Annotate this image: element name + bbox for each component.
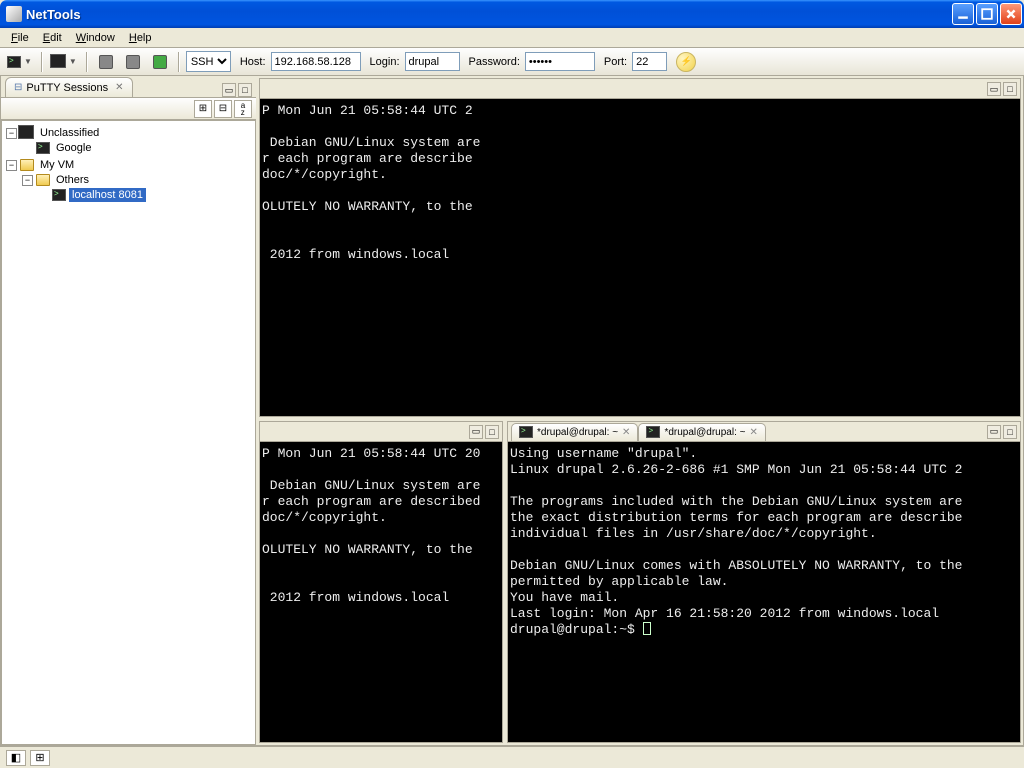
pane-min-button[interactable]: ▭ (987, 82, 1001, 96)
tree-node-myvm[interactable]: − My VM (6, 158, 253, 172)
status-bar: ◧ ⊞ (0, 746, 1024, 768)
terminal-tab-1[interactable]: *drupal@drupal: ~ ✕ (511, 423, 638, 441)
tree-node-localhost[interactable]: localhost 8081 (38, 188, 253, 202)
port-input[interactable] (632, 52, 667, 71)
login-label: Login: (370, 56, 400, 68)
tree-icon: ⊟ (14, 82, 22, 93)
new-terminal-button[interactable]: ▼ (4, 51, 35, 73)
terminal-icon (519, 426, 533, 438)
separator (86, 52, 88, 72)
pane-tabbar: *drupal@drupal: ~ ✕ *drupal@drupal: ~ ✕ … (508, 422, 1020, 442)
tree-label: Unclassified (37, 126, 102, 140)
expand-all-button[interactable]: ⊞ (194, 100, 212, 118)
close-button[interactable] (1000, 3, 1022, 25)
pane-max-button[interactable]: □ (1003, 82, 1017, 96)
collapse-icon[interactable]: − (6, 160, 17, 171)
port-label: Port: (604, 56, 627, 68)
tab-label: *drupal@drupal: ~ (664, 427, 745, 438)
separator (41, 52, 43, 72)
terminal-output[interactable]: P Mon Jun 21 05:58:44 UTC 2 Debian GNU/L… (260, 99, 1020, 416)
cursor-icon (643, 622, 651, 635)
connect-icon: ⚡ (681, 56, 692, 67)
tab-label: *drupal@drupal: ~ (537, 427, 618, 438)
tree-label: My VM (37, 158, 77, 172)
tree-node-google[interactable]: Google (22, 141, 253, 155)
maximize-button[interactable] (976, 3, 998, 25)
pane-tabbar: ▭ □ (260, 422, 502, 442)
collapse-all-button[interactable]: ⊟ (214, 100, 232, 118)
collapse-icon[interactable]: − (6, 128, 17, 139)
terminal-icon (36, 142, 50, 154)
generic-icon (99, 55, 113, 69)
folder-open-icon (36, 174, 50, 186)
terminal-output[interactable]: Using username "drupal". Linux drupal 2.… (508, 442, 1020, 742)
footer-button-2[interactable]: ⊞ (30, 750, 50, 766)
menu-file[interactable]: File (4, 30, 36, 46)
tree-label: Google (53, 141, 94, 155)
pane-max-button[interactable]: □ (485, 425, 499, 439)
close-tab-icon[interactable]: ✕ (115, 82, 123, 93)
terminal-output[interactable]: P Mon Jun 21 05:58:44 UTC 20 Debian GNU/… (260, 442, 502, 742)
collapse-icon[interactable]: − (22, 175, 33, 186)
window-title: NetTools (26, 7, 952, 22)
pane-max-button[interactable]: □ (1003, 425, 1017, 439)
editor-area: ▭ □ P Mon Jun 21 05:58:44 UTC 2 Debian G… (259, 76, 1023, 745)
password-label: Password: (469, 56, 520, 68)
generic-icon (126, 55, 140, 69)
menu-window[interactable]: Window (69, 30, 122, 46)
sidebar-tab-putty-sessions[interactable]: ⊟ PuTTY Sessions ✕ (5, 77, 133, 97)
protocol-select[interactable]: SSH (186, 51, 231, 72)
tree-node-others[interactable]: − Others (22, 173, 253, 187)
host-input[interactable] (271, 52, 361, 71)
menu-edit[interactable]: Edit (36, 30, 69, 46)
terminal-pane-top: ▭ □ P Mon Jun 21 05:58:44 UTC 2 Debian G… (259, 78, 1021, 417)
menu-bar: File Edit Window Help (0, 28, 1024, 48)
terminal-icon (52, 189, 66, 201)
sort-button[interactable]: az (234, 100, 252, 118)
title-bar: NetTools (0, 0, 1024, 28)
minimize-button[interactable] (952, 3, 974, 25)
generic-icon (153, 55, 167, 69)
session-tree[interactable]: − Unclassified Google − (1, 120, 256, 745)
toolbar: ▼ ▼ SSH Host: Login: Password: Port: ⚡ (0, 48, 1024, 76)
tree-node-unclassified[interactable]: − Unclassified (6, 126, 253, 140)
terminal-icon (7, 56, 21, 68)
folder-open-icon (20, 159, 34, 171)
app-icon (6, 6, 22, 22)
login-input[interactable] (405, 52, 460, 71)
host-label: Host: (240, 56, 266, 68)
sidebar-tab-label: PuTTY Sessions (26, 82, 108, 94)
content-area: ⊟ PuTTY Sessions ✕ ▭ □ ⊞ ⊟ az − Unclassi… (0, 76, 1024, 746)
tool-button-3[interactable] (148, 51, 172, 73)
sidebar-toolbar: ⊞ ⊟ az (1, 98, 256, 120)
sessions-button[interactable]: ▼ (49, 51, 80, 73)
sessions-icon (52, 56, 66, 68)
minimize-view-button[interactable]: ▭ (222, 83, 236, 97)
terminal-pane-bottom-left: ▭ □ P Mon Jun 21 05:58:44 UTC 20 Debian … (259, 421, 503, 743)
pane-tabbar: ▭ □ (260, 79, 1020, 99)
close-tab-icon[interactable]: ✕ (749, 427, 757, 438)
tree-label: localhost 8081 (69, 188, 146, 202)
terminal-tab-2[interactable]: *drupal@drupal: ~ ✕ (638, 423, 765, 441)
sidebar: ⊟ PuTTY Sessions ✕ ▭ □ ⊞ ⊟ az − Unclassi… (1, 76, 259, 745)
terminal-pane-bottom-right: *drupal@drupal: ~ ✕ *drupal@drupal: ~ ✕ … (507, 421, 1021, 743)
tree-label: Others (53, 173, 92, 187)
separator (178, 52, 180, 72)
password-input[interactable] (525, 52, 595, 71)
connect-button[interactable]: ⚡ (676, 52, 696, 72)
footer-button-1[interactable]: ◧ (6, 750, 26, 766)
pane-min-button[interactable]: ▭ (469, 425, 483, 439)
close-tab-icon[interactable]: ✕ (622, 427, 630, 438)
tool-button-2[interactable] (121, 51, 145, 73)
maximize-view-button[interactable]: □ (238, 83, 252, 97)
pane-min-button[interactable]: ▭ (987, 425, 1001, 439)
menu-help[interactable]: Help (122, 30, 159, 46)
sidebar-tab-row: ⊟ PuTTY Sessions ✕ ▭ □ (1, 76, 256, 98)
tool-button-1[interactable] (94, 51, 118, 73)
terminal-icon (646, 426, 660, 438)
sessions-icon (20, 127, 34, 139)
